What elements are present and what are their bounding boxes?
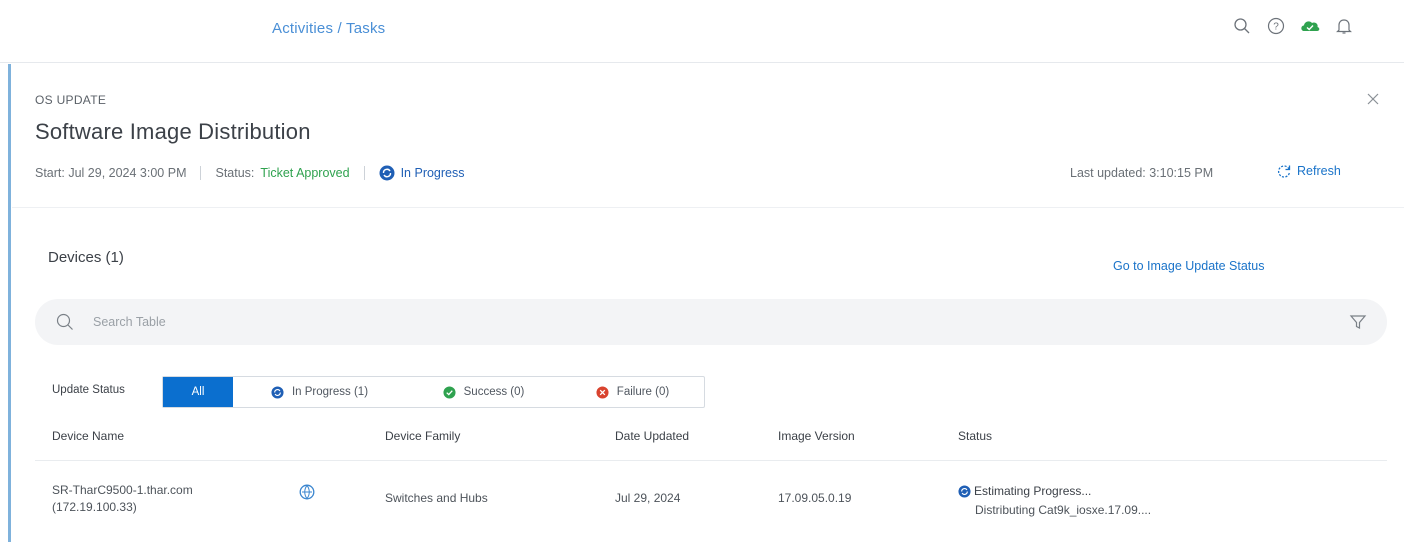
failure-icon [596,385,609,399]
in-progress-icon [379,165,395,181]
table-header-divider [35,460,1387,461]
search-input[interactable] [93,312,1293,332]
panel-accent-bar [8,64,11,542]
device-hostname: SR-TharC9500-1.thar.com [52,483,193,497]
refresh-button[interactable]: Refresh [1276,163,1341,179]
column-header-device-name[interactable]: Device Name [52,429,124,443]
filter-label: Failure (0) [616,386,670,398]
go-to-image-update-status-link[interactable]: Go to Image Update Status [1113,259,1264,273]
filter-label: All [191,386,205,398]
device-ip: (172.19.100.33) [52,500,137,514]
filter-all-button[interactable]: All [163,377,233,407]
task-category: OS UPDATE [35,93,107,107]
search-icon[interactable] [1230,14,1254,38]
top-header: Activities / Tasks ? [0,0,1404,63]
column-header-date-updated[interactable]: Date Updated [615,429,689,443]
filter-success-button[interactable]: Success (0) [406,377,561,407]
update-status-filter: All In Progress (1) Success (0) Failure … [162,376,705,408]
status-text: Estimating Progress... [974,484,1092,498]
status-cell: Estimating Progress... [958,484,1091,498]
refresh-icon [1277,165,1291,178]
device-globe-icon[interactable] [299,484,315,500]
status-detail: Distributing Cat9k_iosxe.17.09.... [975,503,1152,517]
page-title: Software Image Distribution [35,119,311,144]
bell-icon[interactable] [1332,14,1356,38]
date-updated-cell: Jul 29, 2024 [615,491,681,505]
filter-label: In Progress (1) [291,386,369,398]
divider [200,166,202,180]
start-time: Start: Jul 29, 2024 3:00 PM [35,166,187,180]
close-icon[interactable] [1364,90,1382,108]
update-status-label: Update Status [52,384,125,396]
divider [363,166,365,180]
section-divider [12,207,1404,208]
status-label: Status: [215,166,255,180]
filter-failure-button[interactable]: Failure (0) [561,377,704,407]
in-progress-icon [958,484,971,498]
progress-status: In Progress [379,165,465,181]
column-header-device-family[interactable]: Device Family [385,429,460,443]
devices-heading: Devices (1) [48,249,124,266]
breadcrumb[interactable]: Activities / Tasks [272,20,385,37]
progress-label: In Progress [400,166,465,180]
search-bar [35,299,1387,345]
device-family-cell: Switches and Hubs [385,491,488,505]
refresh-label: Refresh [1297,164,1341,178]
svg-text:?: ? [1273,22,1279,33]
filter-in-progress-button[interactable]: In Progress (1) [233,377,406,407]
status-value: Ticket Approved [260,166,350,180]
filter-label: Success (0) [463,386,525,398]
help-icon[interactable]: ? [1264,14,1288,38]
cloud-status-icon[interactable] [1298,14,1322,38]
device-name-cell[interactable]: SR-TharC9500-1.thar.com (172.19.100.33) [52,482,193,516]
last-updated: Last updated: 3:10:15 PM [1070,166,1214,180]
image-version-cell: 17.09.05.0.19 [778,491,852,505]
task-meta: Start: Jul 29, 2024 3:00 PM Status: Tick… [35,164,465,182]
column-header-status[interactable]: Status [958,429,992,443]
filter-icon[interactable] [1349,313,1367,336]
column-header-image-version[interactable]: Image Version [778,429,855,443]
search-icon [55,312,75,337]
success-icon [443,385,456,399]
in-progress-icon [271,385,284,399]
